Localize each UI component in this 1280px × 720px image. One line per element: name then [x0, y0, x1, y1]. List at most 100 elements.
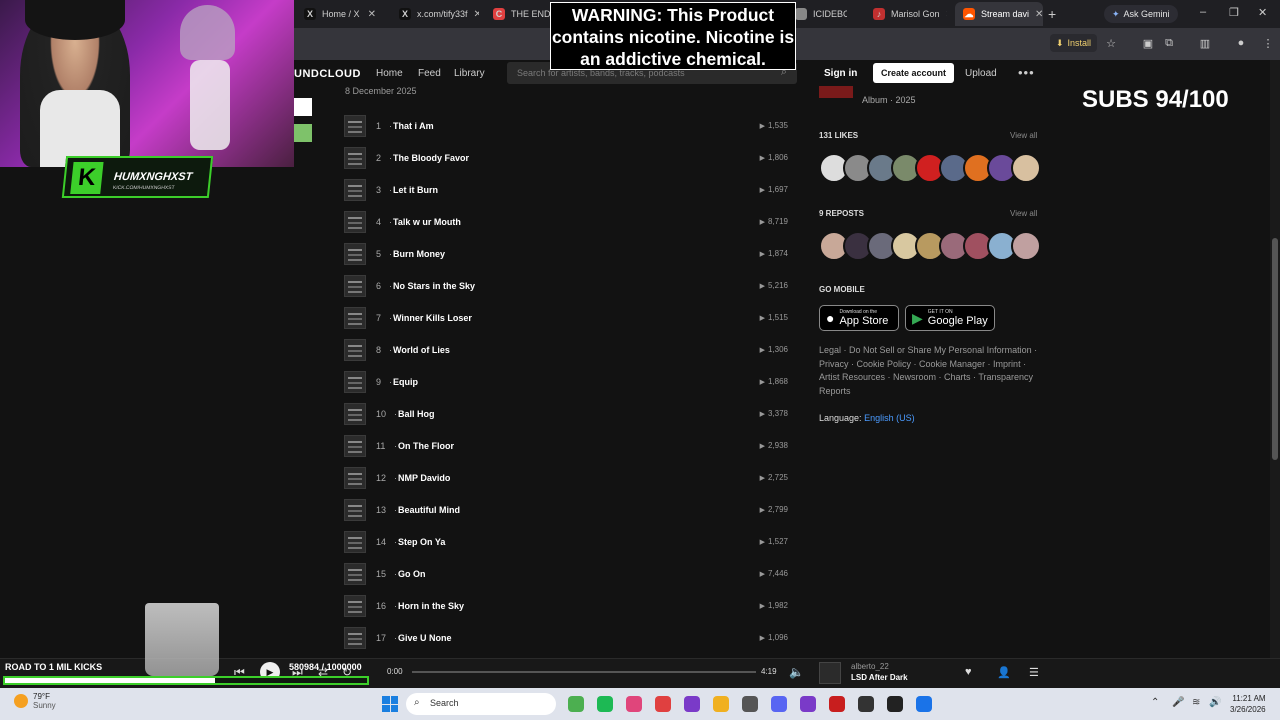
taskbar-app-icon[interactable] — [713, 696, 729, 712]
taskbar-app-icon[interactable] — [655, 696, 671, 712]
reposts-view-all-link[interactable]: View all — [1010, 209, 1037, 218]
microphone-tray-icon[interactable]: 🎤 — [1172, 697, 1184, 708]
taskbar-app-icon[interactable] — [916, 696, 932, 712]
track-title[interactable]: On The Floor — [398, 441, 454, 451]
bookmark-star-icon[interactable]: ☆ — [1103, 35, 1119, 51]
track-artwork[interactable] — [344, 307, 366, 329]
browser-tab[interactable]: CTHE END OF✕ — [485, 2, 553, 26]
track-row[interactable]: 10 · Ball Hog ▶ 3,378 — [344, 401, 792, 429]
taskbar-app-icon[interactable] — [829, 696, 845, 712]
nav-library[interactable]: Library — [454, 68, 485, 79]
track-artwork[interactable] — [344, 179, 366, 201]
track-artwork[interactable] — [344, 403, 366, 425]
progress-bar[interactable] — [412, 671, 756, 673]
track-title[interactable]: Horn in the Sky — [398, 601, 464, 611]
browser-menu-icon[interactable]: ⋮ — [1260, 35, 1276, 51]
track-row[interactable]: 3 · Let it Burn ▶ 1,697 — [344, 177, 792, 205]
liker-avatar[interactable] — [1011, 153, 1041, 183]
track-title[interactable]: Equip — [393, 377, 418, 387]
taskbar-app-icon[interactable] — [887, 696, 903, 712]
taskbar-search[interactable]: ⌕ Search — [406, 693, 556, 715]
queue-icon[interactable]: ☰ — [1029, 666, 1039, 679]
track-row[interactable]: 11 · On The Floor ▶ 2,938 — [344, 433, 792, 461]
track-title[interactable]: Burn Money — [393, 249, 445, 259]
track-row[interactable]: 2 · The Bloody Favor ▶ 1,806 — [344, 145, 792, 173]
likes-view-all-link[interactable]: View all — [1010, 131, 1037, 140]
track-artwork[interactable] — [344, 211, 366, 233]
track-row[interactable]: 4 · Talk w ur Mouth ▶ 8,719 — [344, 209, 792, 237]
track-title[interactable]: Talk w ur Mouth — [393, 217, 461, 227]
track-title[interactable]: Ball Hog — [398, 409, 435, 419]
track-row[interactable]: 15 · Go On ▶ 7,446 — [344, 561, 792, 589]
track-title[interactable]: Go On — [398, 569, 426, 579]
taskbar-app-icon[interactable] — [800, 696, 816, 712]
reposter-avatar[interactable] — [1011, 231, 1041, 261]
taskbar-app-icon[interactable] — [597, 696, 613, 712]
track-artwork[interactable] — [344, 243, 366, 265]
now-playing-artwork[interactable] — [819, 662, 841, 684]
track-artwork[interactable] — [344, 339, 366, 361]
taskbar-app-icon[interactable] — [626, 696, 642, 712]
taskbar-app-icon[interactable] — [568, 696, 584, 712]
speaker-tray-icon[interactable]: 🔊 — [1209, 697, 1221, 708]
sign-in-button[interactable]: Sign in — [824, 68, 857, 79]
album-artwork[interactable] — [819, 86, 853, 98]
track-row[interactable]: 6 · No Stars in the Sky ▶ 5,216 — [344, 273, 792, 301]
wifi-icon[interactable]: ≋ — [1192, 697, 1200, 708]
track-row[interactable]: 12 · NMP Davido ▶ 2,725 — [344, 465, 792, 493]
track-title[interactable]: Let it Burn — [393, 185, 438, 195]
track-artwork[interactable] — [344, 467, 366, 489]
track-title[interactable]: Give U None — [398, 633, 452, 643]
upload-link[interactable]: Upload — [965, 68, 997, 79]
split-view-icon[interactable]: ▥ — [1197, 35, 1213, 51]
extension-badge-icon[interactable]: ▣ — [1140, 35, 1156, 51]
taskbar-app-icon[interactable] — [858, 696, 874, 712]
follow-icon[interactable]: 👤 — [997, 666, 1011, 679]
nav-home[interactable]: Home — [376, 68, 403, 79]
system-clock[interactable]: 11:21 AM 3/26/2026 — [1230, 693, 1266, 715]
taskbar-app-icon[interactable] — [684, 696, 700, 712]
track-title[interactable]: That i Am — [393, 121, 434, 131]
tray-overflow-icon[interactable]: ⌃ — [1151, 697, 1159, 708]
track-row[interactable]: 17 · Give U None ▶ 1,096 — [344, 625, 792, 653]
volume-icon[interactable]: 🔈 — [789, 665, 804, 679]
track-row[interactable]: 5 · Burn Money ▶ 1,874 — [344, 241, 792, 269]
footer-links[interactable]: Legal · Do Not Sell or Share My Personal… — [819, 344, 1039, 398]
now-playing-title[interactable]: LSD After Dark — [851, 673, 908, 682]
like-heart-icon[interactable]: ♥ — [965, 666, 972, 678]
track-row[interactable]: 14 · Step On Ya ▶ 1,527 — [344, 529, 792, 557]
track-artwork[interactable] — [344, 563, 366, 585]
browser-tab[interactable]: ♪ Marisol Gon ✕ — [865, 2, 947, 26]
page-scrollbar[interactable] — [1270, 60, 1280, 688]
track-artwork[interactable] — [344, 531, 366, 553]
soundcloud-logo[interactable]: UNDCLOUD — [294, 68, 361, 80]
track-row[interactable]: 9 · Equip ▶ 1,868 — [344, 369, 792, 397]
track-row[interactable]: 13 · Beautiful Mind ▶ 2,799 — [344, 497, 792, 525]
profile-icon[interactable]: ● — [1233, 35, 1249, 51]
track-title[interactable]: NMP Davido — [398, 473, 450, 483]
app-store-button[interactable]: ● Download on the App Store — [819, 305, 899, 331]
close-window-icon[interactable]: ✕ — [1258, 6, 1267, 19]
nav-feed[interactable]: Feed — [418, 68, 441, 79]
browser-tab[interactable]: Xx.com/tify33f ✕ — [391, 2, 479, 26]
extensions-icon[interactable]: ⧉ — [1161, 35, 1177, 51]
install-button[interactable]: ⬇ Install — [1050, 34, 1098, 52]
track-artwork[interactable] — [344, 499, 366, 521]
track-title[interactable]: World of Lies — [393, 345, 450, 355]
taskbar-app-icon[interactable] — [742, 696, 758, 712]
browser-tab[interactable]: ☁ Stream davi ✕ — [955, 2, 1043, 26]
scrollbar-thumb[interactable] — [1272, 238, 1278, 460]
track-row[interactable]: 7 · Winner Kills Loser ▶ 1,515 — [344, 305, 792, 333]
track-title[interactable]: Beautiful Mind — [398, 505, 460, 515]
track-row[interactable]: 8 · World of Lies ▶ 1,306 — [344, 337, 792, 365]
tab-close-icon[interactable]: ✕ — [474, 9, 479, 20]
tab-close-icon[interactable]: ✕ — [1035, 9, 1043, 20]
track-row[interactable]: 1 · That i Am ▶ 1,535 — [344, 113, 792, 141]
track-title[interactable]: No Stars in the Sky — [393, 281, 475, 291]
maximize-icon[interactable]: ❐ — [1229, 6, 1239, 19]
language-value[interactable]: English (US) — [864, 413, 915, 423]
track-row[interactable]: 16 · Horn in the Sky ▶ 1,982 — [344, 593, 792, 621]
track-title[interactable]: Step On Ya — [398, 537, 445, 547]
ask-gemini-button[interactable]: ✦ Ask Gemini — [1104, 5, 1178, 23]
track-artwork[interactable] — [344, 275, 366, 297]
